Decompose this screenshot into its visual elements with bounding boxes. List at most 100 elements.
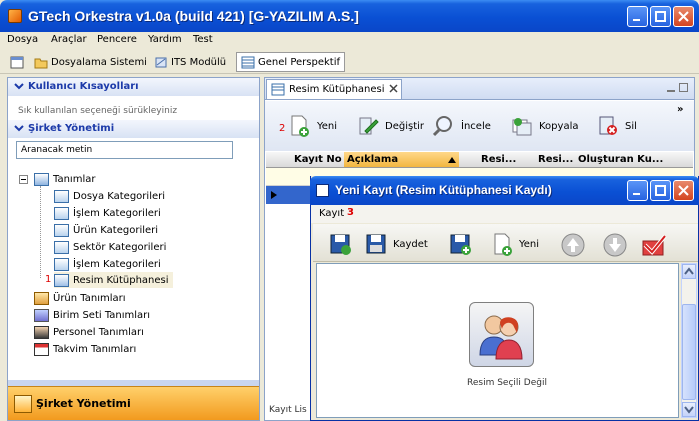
perspective-open-button[interactable] xyxy=(10,53,24,71)
toolbar-label: Yeni xyxy=(317,120,338,132)
tree-node-child[interactable]: Ürün Kategorileri xyxy=(54,222,158,238)
column-resim-1[interactable]: Resi... xyxy=(481,154,516,165)
collapse-icon xyxy=(14,123,24,136)
company-header[interactable]: Şirket Yönetimi xyxy=(8,120,259,138)
column-resim-2[interactable]: Resi... xyxy=(538,154,573,165)
delete-record-button[interactable]: Sil xyxy=(597,115,637,137)
previous-record-button[interactable] xyxy=(561,232,585,257)
save-button[interactable]: Kaydet xyxy=(365,232,428,256)
column-aciklama[interactable]: Açıklama xyxy=(344,152,459,167)
app-icon xyxy=(8,9,22,23)
approve-button[interactable] xyxy=(641,232,667,256)
panel-splitter-grip[interactable] xyxy=(8,380,259,386)
tree-collapse-toggle[interactable] xyxy=(19,175,28,184)
new-record-button[interactable]: Yeni xyxy=(289,115,337,137)
view-minimize-icon[interactable] xyxy=(667,84,676,96)
dialog-maximize-button[interactable] xyxy=(650,180,671,201)
perspective-genel[interactable]: Genel Perspektif xyxy=(236,52,346,72)
main-title-bar: GTech Orkestra v1.0a (build 421) [G-YAZI… xyxy=(0,0,699,32)
tab-close-icon[interactable] xyxy=(388,83,398,96)
maximize-button[interactable] xyxy=(650,6,671,27)
new-label: Yeni xyxy=(519,238,540,250)
save-new-icon xyxy=(449,233,471,255)
record-list-label: Kayıt Lis xyxy=(269,405,307,415)
perspective-its[interactable]: ITS Modülü xyxy=(154,53,226,71)
shortcuts-header[interactable]: Kullanıcı Kısayolları xyxy=(8,78,259,96)
image-picker[interactable] xyxy=(469,302,534,367)
tree-node-resim-kutuphanesi[interactable]: Resim Kütüphanesi xyxy=(54,272,173,288)
view-maximize-icon[interactable] xyxy=(679,83,689,96)
new-record-dialog: Yeni Kayıt (Resim Kütüphanesi Kaydı) Kay… xyxy=(310,176,699,421)
save-and-new-button[interactable] xyxy=(449,232,471,256)
tree-node-child[interactable]: İşlem Kategorileri xyxy=(54,256,161,272)
menu-test[interactable]: Test xyxy=(193,34,213,45)
scroll-up-button[interactable] xyxy=(682,264,696,279)
tree-line xyxy=(40,186,41,278)
copy-record-button[interactable]: Kopyala xyxy=(511,115,578,137)
search-input[interactable] xyxy=(16,141,233,159)
scroll-thumb[interactable] xyxy=(682,304,696,400)
tree-node-child[interactable]: Sektör Kategorileri xyxy=(54,239,166,255)
toolbar-label: Sil xyxy=(625,120,637,132)
new-button[interactable]: Yeni xyxy=(491,232,539,256)
calendar-icon xyxy=(34,342,49,356)
tree-folder-icon xyxy=(34,172,49,186)
edit-record-button[interactable]: Değiştir xyxy=(357,115,424,137)
new-document-icon xyxy=(289,115,311,137)
close-button[interactable] xyxy=(673,6,694,27)
tree-node-label: Personel Tanımları xyxy=(53,326,144,338)
column-kayit-no[interactable]: Kayıt No xyxy=(294,154,342,165)
toolbar-overflow-icon[interactable]: » xyxy=(677,104,683,115)
perspective-label: Genel Perspektif xyxy=(258,56,341,68)
list-toolbar: 2 Yeni Değiştir İncele Kopyala Sil » xyxy=(265,101,694,151)
menu-araclar[interactable]: Araçlar xyxy=(51,34,87,45)
menu-kayit[interactable]: Kayıt xyxy=(319,208,344,219)
tree-node-takvim[interactable]: Takvim Tanımları xyxy=(34,341,136,357)
arrow-down-icon xyxy=(603,233,627,257)
copy-icon xyxy=(511,115,533,137)
marker-3: 3 xyxy=(347,207,354,218)
column-olusturan[interactable]: Oluşturan Ku... xyxy=(578,154,663,165)
perspective-label: ITS Modülü xyxy=(171,56,227,68)
next-record-button[interactable] xyxy=(603,232,627,257)
edit-icon xyxy=(357,115,379,137)
minimize-button[interactable] xyxy=(627,6,648,27)
save-and-close-button[interactable] xyxy=(329,232,351,256)
menu-pencere[interactable]: Pencere xyxy=(97,34,137,45)
sort-asc-icon xyxy=(448,155,456,166)
grid-header: Kayıt No Açıklama Resi... Resi... Oluştu… xyxy=(266,152,693,168)
tree-node-personel[interactable]: Personel Tanımları xyxy=(34,324,144,340)
tree-node-child[interactable]: Dosya Kategorileri xyxy=(54,188,165,204)
new-document-icon xyxy=(491,233,513,256)
dialog-body: Resim Seçili Değil xyxy=(316,263,679,418)
window-title: GTech Orkestra v1.0a (build 421) [G-YAZI… xyxy=(28,8,359,24)
scroll-down-button[interactable] xyxy=(682,402,696,417)
image-icon xyxy=(54,273,69,287)
table-icon xyxy=(54,189,69,203)
company-title: Şirket Yönetimi xyxy=(28,123,115,134)
dialog-close-button[interactable] xyxy=(673,180,694,201)
window-icon xyxy=(10,56,24,69)
company-management-button[interactable]: Şirket Yönetimi xyxy=(8,380,259,420)
tree-node-urun-tanimlari[interactable]: Ürün Tanımları xyxy=(34,290,126,306)
dialog-icon xyxy=(316,184,329,197)
tab-resim-kutuphanesi[interactable]: Resim Kütüphanesi xyxy=(266,79,402,99)
satellite-icon xyxy=(154,56,168,69)
menu-yardim[interactable]: Yardım xyxy=(148,34,182,45)
toolbar-label: İncele xyxy=(461,120,491,132)
tree-node-label: Takvim Tanımları xyxy=(53,343,137,355)
perspective-toolbar: Dosyalama Sistemi ITS Modülü Genel Persp… xyxy=(0,50,699,74)
save-icon xyxy=(365,233,387,255)
tree-node-tanimlar[interactable]: Tanımlar xyxy=(34,171,95,187)
menu-dosya[interactable]: Dosya xyxy=(7,34,38,45)
tree-node-label: İşlem Kategorileri xyxy=(73,258,161,270)
dialog-minimize-button[interactable] xyxy=(627,180,648,201)
tree-node-child[interactable]: İşlem Kategorileri xyxy=(54,205,161,221)
marker-1: 1 xyxy=(45,274,52,285)
inspect-record-button[interactable]: İncele xyxy=(432,115,491,137)
dialog-scrollbar[interactable] xyxy=(681,263,697,418)
perspective-dosyalama[interactable]: Dosyalama Sistemi xyxy=(34,53,147,71)
tab-label: Resim Kütüphanesi xyxy=(289,84,385,95)
users-icon xyxy=(479,315,523,360)
tree-node-birim-seti[interactable]: Birim Seti Tanımları xyxy=(34,307,150,323)
